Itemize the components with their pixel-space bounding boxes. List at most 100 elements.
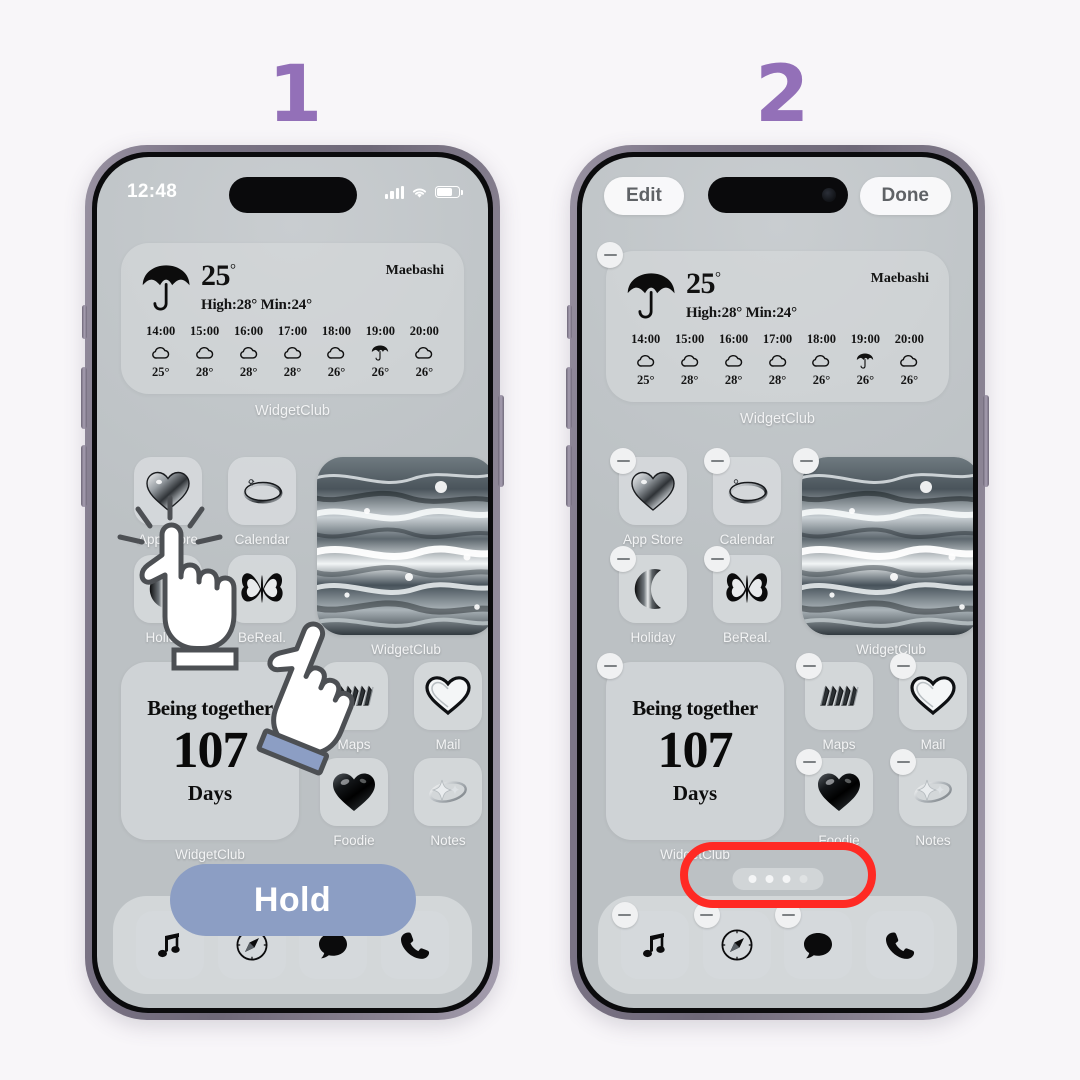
app-notes[interactable]: Notes [886, 749, 973, 848]
power-button[interactable] [983, 395, 989, 487]
weather-widget-label: WidgetClub [740, 411, 815, 427]
lower-section: Being together 107 Days WidgetClub Maps … [121, 662, 482, 862]
dock-messages[interactable] [775, 902, 853, 979]
countdown-widget[interactable]: Being together 107 Days [121, 662, 299, 840]
app-label: BeReal. [722, 630, 772, 645]
app-calendar[interactable]: Calendar [215, 457, 309, 547]
weather-widget[interactable]: 25° High:28° Min:24° Maebashi 14:00 25° [597, 242, 949, 402]
app-holiday[interactable]: Holiday [606, 546, 700, 645]
weather-widget[interactable]: 25° High:28° Min:24° Maebashi 14:00 25° [121, 243, 464, 394]
hold-instruction-button[interactable]: Hold [169, 864, 416, 936]
power-button[interactable] [498, 395, 504, 487]
black-heart-icon[interactable] [796, 749, 873, 826]
app-holiday[interactable]: Holiday [121, 555, 215, 645]
app-foodie[interactable]: Foodie [792, 749, 886, 848]
chrome-moon-icon[interactable] [610, 546, 687, 623]
app-maps[interactable]: Maps [307, 662, 401, 752]
app-notes[interactable]: Notes [401, 758, 488, 848]
remove-app-button[interactable] [610, 546, 636, 572]
volume-up-button[interactable] [81, 367, 87, 429]
dock-safari[interactable] [693, 902, 771, 979]
chrome-heart-icon[interactable] [610, 448, 687, 525]
cloud-icon [151, 346, 169, 359]
app-mail[interactable]: Mail [401, 662, 488, 752]
remove-app-button[interactable] [890, 749, 916, 775]
butterfly-icon[interactable] [704, 546, 781, 623]
silent-switch[interactable] [82, 305, 87, 339]
app-bereal[interactable]: BeReal. [700, 546, 794, 645]
done-button[interactable]: Done [859, 177, 951, 215]
status-indicators [385, 185, 463, 199]
chrome-ring-icon[interactable] [704, 448, 781, 525]
volume-down-button[interactable] [566, 445, 572, 507]
chrome-heart-icon[interactable] [134, 457, 202, 525]
volume-up-button[interactable] [566, 367, 572, 429]
app-app-store[interactable]: App Store [606, 448, 700, 547]
right-app-columns: Maps Mail Foodie Notes [792, 653, 973, 862]
butterfly-icon[interactable] [228, 555, 296, 623]
volume-down-button[interactable] [81, 445, 87, 507]
dock [598, 896, 957, 994]
outline-heart-icon[interactable] [414, 662, 482, 730]
remove-app-button[interactable] [704, 546, 730, 572]
remove-widget-button[interactable] [793, 448, 819, 474]
compass-icon [721, 929, 753, 961]
remove-app-button[interactable] [796, 749, 822, 775]
countdown-number: 107 [657, 721, 734, 779]
countdown-unit: Days [672, 781, 718, 806]
edit-button[interactable]: Edit [604, 177, 684, 215]
countdown-widget[interactable]: Being together 107 Days [597, 653, 784, 840]
high-low-temp: High:28° Min:24° [201, 297, 312, 313]
chrome-arrows-icon[interactable] [320, 662, 388, 730]
dock-phone[interactable] [866, 911, 935, 979]
weather-summary: 25° High:28° Min:24° Maebashi [624, 267, 931, 328]
umbrella-icon [142, 265, 190, 311]
app-calendar[interactable]: Calendar [700, 448, 794, 547]
forecast-hour: 17:00 28° [273, 324, 312, 380]
forecast-time: 20:00 [409, 324, 439, 338]
remove-widget-button[interactable] [597, 242, 623, 268]
remove-app-button[interactable] [796, 653, 822, 679]
remove-app-button[interactable] [611, 902, 638, 928]
silent-switch[interactable] [567, 305, 572, 339]
chrome-moon-icon[interactable] [134, 555, 202, 623]
remove-app-button[interactable] [610, 448, 636, 474]
remove-app-button[interactable] [704, 448, 730, 474]
app-app-store[interactable]: App Store [121, 457, 215, 547]
forecast-time: 15:00 [190, 324, 220, 338]
cloud-icon [812, 354, 830, 367]
forecast-time: 20:00 [894, 332, 924, 346]
chrome-sparkle-icon[interactable] [414, 758, 482, 826]
cloud-icon [900, 354, 918, 367]
battery-icon [435, 185, 463, 199]
chrome-arrows-icon[interactable] [796, 653, 873, 730]
marble-photo[interactable] [793, 448, 973, 635]
forecast-hour: 19:00 26° [361, 324, 400, 380]
cellular-bars-icon [385, 185, 404, 199]
high-low-temp: High:28° Min:24° [686, 305, 797, 321]
marble-photo[interactable] [317, 457, 488, 635]
black-heart-icon[interactable] [320, 758, 388, 826]
remove-app-button[interactable] [890, 653, 916, 679]
chrome-ring-icon[interactable] [228, 457, 296, 525]
app-maps[interactable]: Maps [792, 653, 886, 752]
outline-heart-icon[interactable] [890, 653, 967, 730]
app-bereal[interactable]: BeReal. [215, 555, 309, 645]
app-grid: App Store Calendar Holiday BeReal. Widge… [121, 457, 488, 657]
app-mail[interactable]: Mail [886, 653, 973, 752]
app-label: Foodie [333, 833, 375, 848]
forecast-time: 16:00 [718, 332, 749, 346]
umbrella-icon [857, 353, 874, 369]
remove-widget-button[interactable] [597, 653, 623, 679]
phone-bezel: 12:48 25° High:28° Min:24° Maebashi 14:0… [92, 152, 493, 1013]
chrome-sparkle-icon[interactable] [890, 749, 967, 826]
phone-bezel: Edit Done 25° High:28° Min:24° Maebashi … [577, 152, 978, 1013]
hourly-forecast: 14:00 25° 15:00 28° 16:00 28° 17:00 28° … [624, 328, 931, 388]
forecast-temp: 26° [415, 365, 434, 379]
forecast-temp: 28° [724, 373, 743, 387]
current-temperature: 25° [686, 267, 721, 300]
dock-music[interactable] [611, 902, 689, 979]
cloud-icon [327, 346, 345, 359]
app-foodie[interactable]: Foodie [307, 758, 401, 848]
wifi-icon [412, 187, 427, 198]
